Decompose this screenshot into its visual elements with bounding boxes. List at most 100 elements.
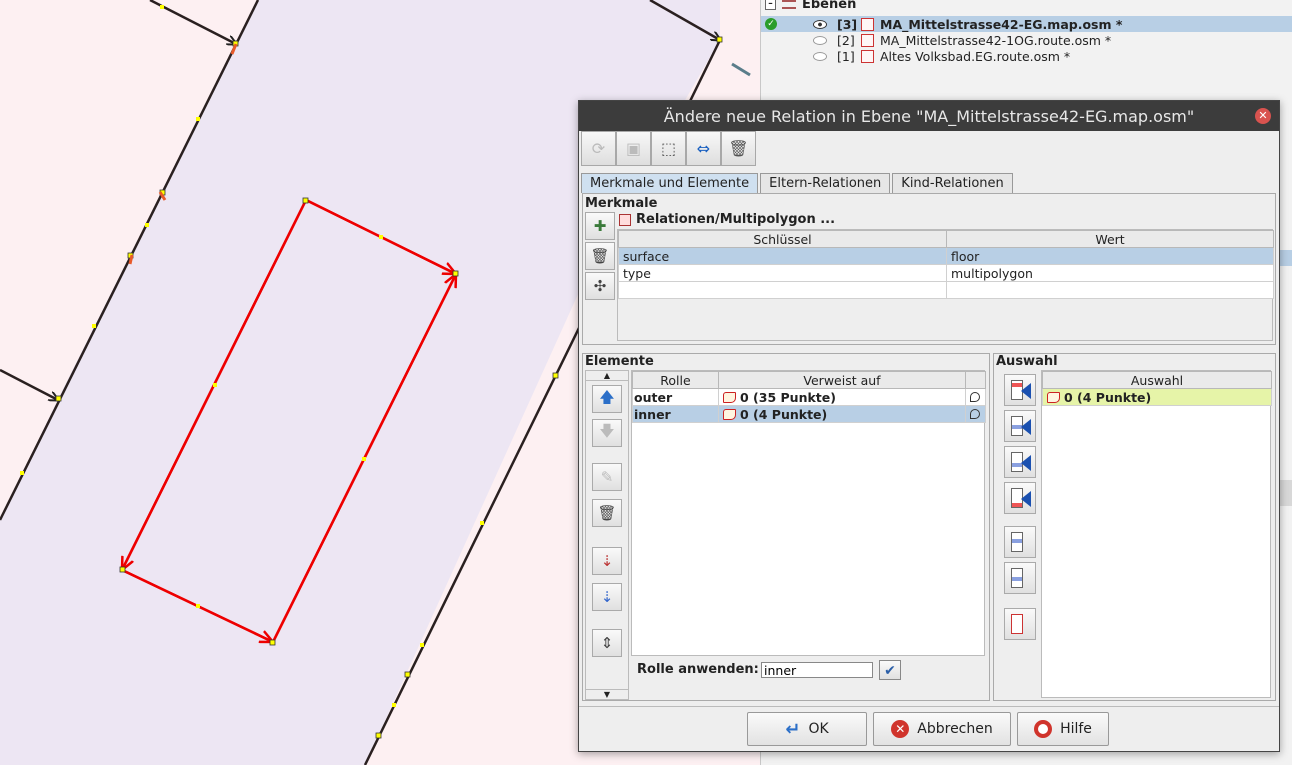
- collapse-icon[interactable]: –: [765, 0, 776, 10]
- layer-name: MA_Mittelstrasse42-EG.map.osm *: [880, 16, 1123, 32]
- select-members-button[interactable]: [1004, 562, 1036, 594]
- tag-value-cell[interactable]: [946, 281, 1274, 299]
- layer-name: MA_Mittelstrasse42-1OG.route.osm *: [880, 32, 1112, 48]
- button-bar-separator: [579, 706, 1279, 707]
- lifebuoy-icon: [1034, 720, 1053, 738]
- link-status-icon: [965, 388, 986, 406]
- selection-ref-cell[interactable]: 0 (4 Punkte): [1042, 388, 1272, 406]
- sort-below-button[interactable]: ⇣: [592, 583, 622, 611]
- layer-item-2[interactable]: [2] MA_Mittelstrasse42-1OG.route.osm *: [761, 32, 1292, 48]
- tags-table: Schlüssel Wert surface floor type multip…: [618, 230, 1274, 299]
- layer-item-3[interactable]: ✓ [3] MA_Mittelstrasse42-EG.map.osm *: [761, 16, 1292, 32]
- paste-tags-button[interactable]: ✣: [585, 272, 615, 300]
- tag-key-cell[interactable]: [618, 281, 947, 299]
- members-table-area: Rolle Verweist auf outer 0 (35 Punkte) i…: [631, 370, 986, 656]
- move-up-button[interactable]: 🡅: [592, 385, 622, 413]
- col-value[interactable]: Wert: [946, 230, 1274, 248]
- dialog-titlebar[interactable]: Ändere neue Relation in Ebene "MA_Mittel…: [579, 101, 1279, 131]
- link-status-icon: [965, 405, 986, 423]
- member-role-cell[interactable]: outer: [632, 388, 719, 406]
- side-panel-strip: [1278, 250, 1292, 266]
- osm-layer-icon: [861, 17, 874, 31]
- delete-tag-button[interactable]: 🗑: [585, 242, 615, 270]
- layer-number: [2]: [837, 32, 855, 48]
- select-in-map-button[interactable]: ⬚: [651, 131, 686, 166]
- col-selection[interactable]: Auswahl: [1042, 371, 1272, 389]
- tag-value-cell[interactable]: multipolygon: [946, 264, 1274, 282]
- move-down-button[interactable]: 🡇: [592, 419, 622, 447]
- cancel-x-icon: ✕: [891, 720, 910, 738]
- relation-editor-dialog: Ändere neue Relation in Ebene "MA_Mittel…: [578, 100, 1280, 752]
- col-role[interactable]: Rolle: [632, 371, 719, 389]
- remove-all-button[interactable]: [1004, 608, 1036, 640]
- ok-button[interactable]: ↵ OK: [747, 712, 867, 746]
- side-panel-strip: [1278, 480, 1292, 506]
- zoom-to-relation-button[interactable]: ⇔: [686, 131, 721, 166]
- dialog-title: Ändere neue Relation in Ebene "MA_Mittel…: [663, 106, 1195, 126]
- tag-key-cell[interactable]: type: [618, 264, 947, 282]
- remove-member-button[interactable]: 🗑: [592, 499, 622, 527]
- table-row[interactable]: outer 0 (35 Punkte): [632, 388, 986, 406]
- table-row[interactable]: 0 (4 Punkte): [1042, 388, 1272, 406]
- delete-relation-button[interactable]: 🗑: [721, 131, 756, 166]
- remove-selected-button[interactable]: [1004, 526, 1036, 558]
- scroll-up-arrow[interactable]: ▲: [586, 371, 628, 381]
- tags-table-area: Schlüssel Wert surface floor type multip…: [617, 229, 1274, 341]
- tab-tags-members[interactable]: Merkmale und Elemente: [581, 173, 759, 193]
- enter-arrow-icon: ↵: [785, 718, 801, 740]
- visibility-eye-icon[interactable]: [813, 51, 827, 61]
- active-layer-check-icon: ✓: [765, 18, 777, 30]
- visibility-eye-icon[interactable]: [813, 19, 827, 29]
- selection-table: Auswahl 0 (4 Punkte): [1042, 371, 1272, 406]
- apply-button[interactable]: ▣: [616, 131, 651, 166]
- apply-role-input[interactable]: [761, 662, 873, 678]
- table-row[interactable]: inner 0 (4 Punkte): [632, 405, 986, 423]
- add-last-button[interactable]: [1004, 482, 1036, 514]
- member-ref-text: 0 (4 Punkte): [740, 406, 828, 422]
- table-row[interactable]: type multipolygon: [618, 264, 1274, 282]
- sort-members-button[interactable]: ⇣: [592, 547, 622, 575]
- add-first-button[interactable]: [1004, 374, 1036, 406]
- tab-parent-relations[interactable]: Eltern-Relationen: [760, 173, 891, 193]
- close-icon[interactable]: ✕: [1255, 108, 1271, 124]
- tag-value-cell[interactable]: floor: [946, 247, 1274, 265]
- cancel-label: Abbrechen: [917, 721, 993, 737]
- table-row[interactable]: surface floor: [618, 247, 1274, 265]
- edit-member-button[interactable]: ✎: [592, 463, 622, 491]
- add-tag-button[interactable]: ✚: [585, 212, 615, 240]
- selection-section-label: Auswahl: [996, 354, 1058, 369]
- cancel-button[interactable]: ✕ Abbrechen: [873, 712, 1011, 746]
- col-key[interactable]: Schlüssel: [618, 230, 947, 248]
- refresh-button[interactable]: ⟳: [581, 131, 616, 166]
- tags-section-label: Merkmale: [585, 196, 658, 211]
- layer-name: Altes Volksbad.EG.route.osm *: [880, 48, 1071, 64]
- layer-item-1[interactable]: [1] Altes Volksbad.EG.route.osm *: [761, 48, 1292, 64]
- scroll-down-arrow[interactable]: ▼: [586, 689, 628, 699]
- way-icon: [723, 408, 736, 420]
- col-ref[interactable]: Verweist auf: [718, 371, 966, 389]
- dialog-tabs: Merkmale und Elemente Eltern-Relationen …: [581, 173, 1015, 193]
- way-icon: [1047, 391, 1060, 403]
- multipolygon-preset-icon: [619, 213, 631, 226]
- add-after-button[interactable]: [1004, 446, 1036, 478]
- help-button[interactable]: Hilfe: [1017, 712, 1109, 746]
- member-ref-cell[interactable]: 0 (4 Punkte): [718, 405, 966, 423]
- reverse-members-button[interactable]: ⇕: [592, 629, 622, 657]
- layer-number: [3]: [837, 16, 858, 32]
- selection-ref-text: 0 (4 Punkte): [1064, 389, 1152, 405]
- visibility-eye-icon[interactable]: [813, 35, 827, 45]
- preset-name: Relationen/Multipolygon ...: [636, 212, 836, 227]
- layers-header[interactable]: – Ebenen: [765, 0, 856, 12]
- tag-key-cell[interactable]: surface: [618, 247, 947, 265]
- add-before-button[interactable]: [1004, 410, 1036, 442]
- help-label: Hilfe: [1060, 721, 1092, 737]
- member-role-cell[interactable]: inner: [632, 405, 719, 423]
- tags-panel: Merkmale Relationen/Multipolygon ... ✚ 🗑…: [582, 193, 1276, 345]
- member-buttons-column: ▲ 🡅 🡇 ✎ 🗑 ⇣ ⇣ ⇕ ▼: [585, 370, 629, 700]
- preset-link[interactable]: Relationen/Multipolygon ...: [619, 212, 835, 227]
- osm-layer-icon: [861, 49, 874, 63]
- tab-child-relations[interactable]: Kind-Relationen: [892, 173, 1013, 193]
- table-row[interactable]: [618, 281, 1274, 299]
- apply-role-button[interactable]: ✔: [879, 660, 901, 680]
- member-ref-cell[interactable]: 0 (35 Punkte): [718, 388, 966, 406]
